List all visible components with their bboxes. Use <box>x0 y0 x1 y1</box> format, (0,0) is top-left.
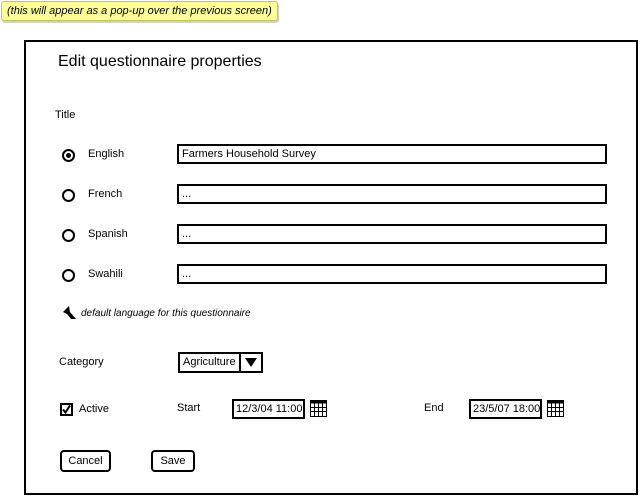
end-date-input[interactable]: 23/5/07 18:00 <box>469 399 542 419</box>
language-radio-swahili[interactable] <box>62 269 75 282</box>
language-radio-french[interactable] <box>62 189 75 202</box>
calendar-icon[interactable] <box>547 400 564 417</box>
default-language-hint: default language for this questionnaire <box>63 306 251 320</box>
cancel-button[interactable]: Cancel <box>60 450 111 472</box>
end-label: End <box>424 402 444 414</box>
screen: (this will appear as a pop-up over the p… <box>0 0 641 497</box>
language-radio-english[interactable] <box>62 149 75 162</box>
start-label: Start <box>177 402 201 414</box>
start-date-input[interactable]: 12/3/04 11:00 <box>232 399 305 419</box>
category-select[interactable]: Agriculture <box>178 352 263 373</box>
language-label-english: English <box>88 148 125 160</box>
arrow-up-icon <box>63 306 76 319</box>
category-label: Category <box>59 356 104 368</box>
dialog-title: Edit questionnaire properties <box>58 53 262 70</box>
chevron-down-icon <box>239 354 261 371</box>
title-input-french[interactable]: ... <box>177 184 607 204</box>
popup-note: (this will appear as a pop-up over the p… <box>1 1 278 21</box>
checkmark-icon <box>62 405 71 414</box>
save-button[interactable]: Save <box>151 450 195 472</box>
active-checkbox[interactable] <box>60 403 73 416</box>
active-label: Active <box>79 403 109 415</box>
title-input-spanish[interactable]: ... <box>177 224 607 244</box>
popup-note-text: (this will appear as a pop-up over the p… <box>7 5 272 17</box>
language-radio-spanish[interactable] <box>62 229 75 242</box>
language-label-french: French <box>88 188 123 200</box>
edit-properties-dialog: Edit questionnaire properties Title Engl… <box>24 40 638 495</box>
default-language-hint-text: default language for this questionnaire <box>81 307 251 319</box>
title-input-swahili[interactable]: ... <box>177 264 607 284</box>
language-label-spanish: Spanish <box>88 228 128 240</box>
calendar-icon[interactable] <box>310 400 327 417</box>
title-input-english[interactable]: Farmers Household Survey <box>177 144 607 164</box>
title-section-label: Title <box>55 109 76 121</box>
category-selected-value: Agriculture <box>183 356 236 368</box>
language-label-swahili: Swahili <box>88 268 123 280</box>
